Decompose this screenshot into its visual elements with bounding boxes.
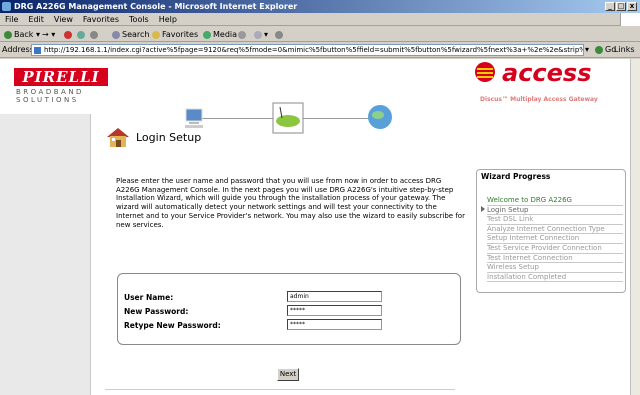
web-page: PIRELLI BROADBAND SOLUTIONS access Discu… [0, 59, 630, 395]
favorites-button[interactable]: Favorites [152, 27, 198, 42]
standard-toolbar: Back ▾ → ▾ Search Favorites Media ▾ [0, 27, 640, 42]
minimize-button[interactable]: _ [605, 2, 615, 11]
favorites-icon [152, 30, 160, 39]
refresh-icon [77, 30, 85, 39]
username-label: User Name: [124, 293, 174, 302]
intro-text: Please enter the user name and password … [116, 177, 465, 229]
next-button[interactable]: Next [277, 368, 299, 381]
search-icon [112, 30, 120, 39]
window-title-bar: DRG A226G Management Console - Microsoft… [0, 0, 640, 13]
current-step-pointer-icon [481, 206, 485, 212]
gateway-router-icon [272, 102, 304, 134]
links-button[interactable]: Links [614, 42, 635, 58]
access-brand: access [502, 59, 592, 87]
wizard-step: Test Service Provider Connection [487, 244, 623, 254]
wizard-progress-panel: Wizard Progress Welcome to DRG A226G Log… [476, 169, 626, 293]
internet-globe-icon [368, 105, 392, 129]
menu-view[interactable]: View [49, 13, 78, 26]
wizard-step: Analyze Internet Connection Type [487, 225, 623, 235]
wizard-steps-list: Welcome to DRG A226G Login Setup Test DS… [487, 196, 623, 283]
wizard-step: Wireless Setup [487, 263, 623, 273]
mail-icon [254, 30, 262, 39]
stop-icon [64, 30, 72, 39]
address-dropdown-icon[interactable]: ▾ [585, 42, 589, 58]
history-button[interactable] [238, 27, 248, 42]
page-title: Login Setup [136, 131, 202, 144]
home-button[interactable] [90, 27, 100, 42]
stop-button[interactable] [64, 27, 74, 42]
address-url: http://192.168.1.1/index.cgi?active%5fpa… [44, 46, 584, 54]
address-bar: Address http://192.168.1.1/index.cgi?act… [0, 42, 640, 58]
refresh-button[interactable] [77, 27, 87, 42]
content-divider [105, 389, 455, 390]
address-input[interactable]: http://192.168.1.1/index.cgi?active%5fpa… [31, 44, 584, 56]
retype-password-label: Retype New Password: [124, 321, 221, 330]
media-label: Media [213, 30, 238, 39]
wizard-step: Login Setup [487, 206, 623, 216]
favorites-label: Favorites [162, 30, 199, 39]
pirelli-logo: PIRELLI [14, 68, 108, 86]
home-icon [90, 30, 98, 39]
menu-edit[interactable]: Edit [23, 13, 49, 26]
close-button[interactable]: x [627, 2, 637, 11]
wizard-step: Installation Completed [487, 273, 623, 283]
go-button[interactable]: Go [595, 42, 616, 58]
history-icon [238, 30, 246, 39]
back-arrow-icon [4, 30, 12, 39]
page-header: PIRELLI BROADBAND SOLUTIONS access Discu… [0, 59, 630, 114]
menu-file[interactable]: File [0, 13, 23, 26]
username-input[interactable]: admin [287, 291, 382, 302]
media-button[interactable]: Media [203, 27, 237, 42]
vertical-scrollbar[interactable] [630, 59, 640, 395]
wizard-step: Welcome to DRG A226G [487, 196, 623, 206]
media-icon [203, 30, 211, 39]
access-subtitle: Discus™ Multiplay Access Gateway [480, 96, 598, 103]
print-button[interactable] [275, 27, 285, 42]
broadband-solutions-label: BROADBAND SOLUTIONS [16, 88, 84, 104]
maximize-button[interactable]: □ [616, 2, 626, 11]
back-button[interactable]: Back ▾ [4, 27, 40, 42]
forward-button[interactable]: → ▾ [42, 27, 55, 42]
go-arrow-icon [595, 45, 603, 54]
back-label: Back [14, 30, 34, 39]
windows-flag-icon [620, 13, 640, 26]
window-title: DRG A226G Management Console - Microsoft… [14, 2, 298, 11]
menu-tools[interactable]: Tools [124, 13, 154, 26]
menu-help[interactable]: Help [154, 13, 182, 26]
search-button[interactable]: Search [112, 27, 149, 42]
print-icon [275, 30, 283, 39]
wizard-step: Setup Internet Connection [487, 234, 623, 244]
wizard-progress-title: Wizard Progress [481, 172, 551, 181]
access-logo-icon [475, 62, 495, 82]
new-password-input[interactable]: ***** [287, 305, 382, 316]
menu-favorites[interactable]: Favorites [78, 13, 124, 26]
forward-arrow-icon: → ▾ [42, 30, 56, 39]
house-icon [107, 128, 129, 147]
address-label: Address [2, 45, 34, 54]
left-navigation-panel [0, 114, 91, 395]
page-icon [34, 47, 41, 54]
wizard-step: Test Internet Connection [487, 254, 623, 264]
search-label: Search [122, 30, 150, 39]
new-password-label: New Password: [124, 307, 189, 316]
wizard-step: Test DSL Link [487, 215, 623, 225]
retype-password-input[interactable]: ***** [287, 319, 382, 330]
ie-app-icon [2, 2, 11, 11]
menu-bar: File Edit View Favorites Tools Help [0, 13, 640, 26]
mail-button[interactable]: ▾ [254, 27, 268, 42]
computer-icon [185, 108, 203, 128]
